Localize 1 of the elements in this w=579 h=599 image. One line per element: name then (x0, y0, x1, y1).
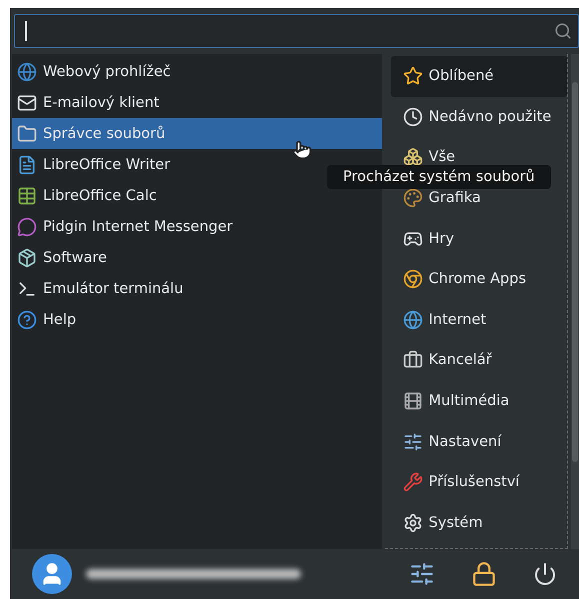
tooltip: Procházet systém souborů (327, 165, 551, 189)
